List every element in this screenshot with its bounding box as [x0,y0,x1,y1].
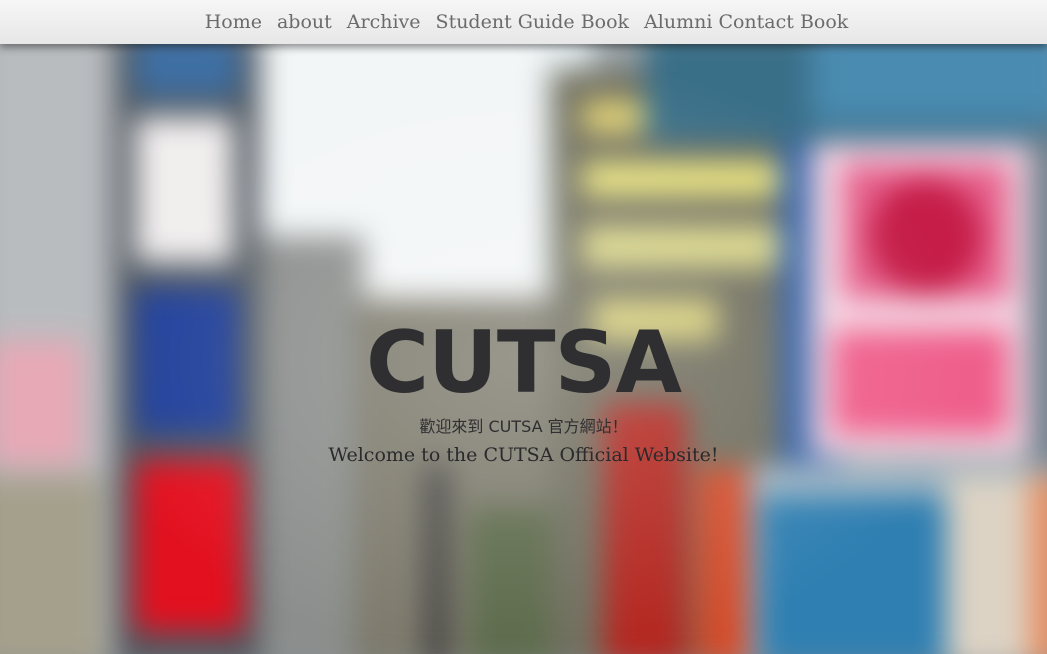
nav-link-alumni-contact-book[interactable]: Alumni Contact Book [644,11,848,33]
welcome-text-chinese: 歡迎來到 CUTSA 官方網站！ [419,417,628,436]
page: Home about Archive Student Guide Book Al… [0,0,1047,654]
nav-item-home: Home [205,11,262,33]
nav-link-home[interactable]: Home [205,11,262,33]
nav-item-alumni-contact-book: Alumni Contact Book [644,11,848,33]
hero-section: CUTSA 歡迎來到 CUTSA 官方網站！ Welcome to the CU… [0,315,1047,467]
site-title: CUTSA [365,313,682,413]
nav-item-archive: Archive [347,11,421,33]
nav-item-student-guide-book: Student Guide Book [436,11,630,33]
welcome-text-english: Welcome to the CUTSA Official Website! [328,444,719,466]
nav-link-about[interactable]: about [277,11,332,33]
top-navigation-bar: Home about Archive Student Guide Book Al… [0,0,1047,44]
nav-menu: Home about Archive Student Guide Book Al… [205,11,849,33]
nav-item-about: about [277,11,332,33]
nav-link-archive[interactable]: Archive [347,11,421,33]
nav-link-student-guide-book[interactable]: Student Guide Book [436,11,630,33]
